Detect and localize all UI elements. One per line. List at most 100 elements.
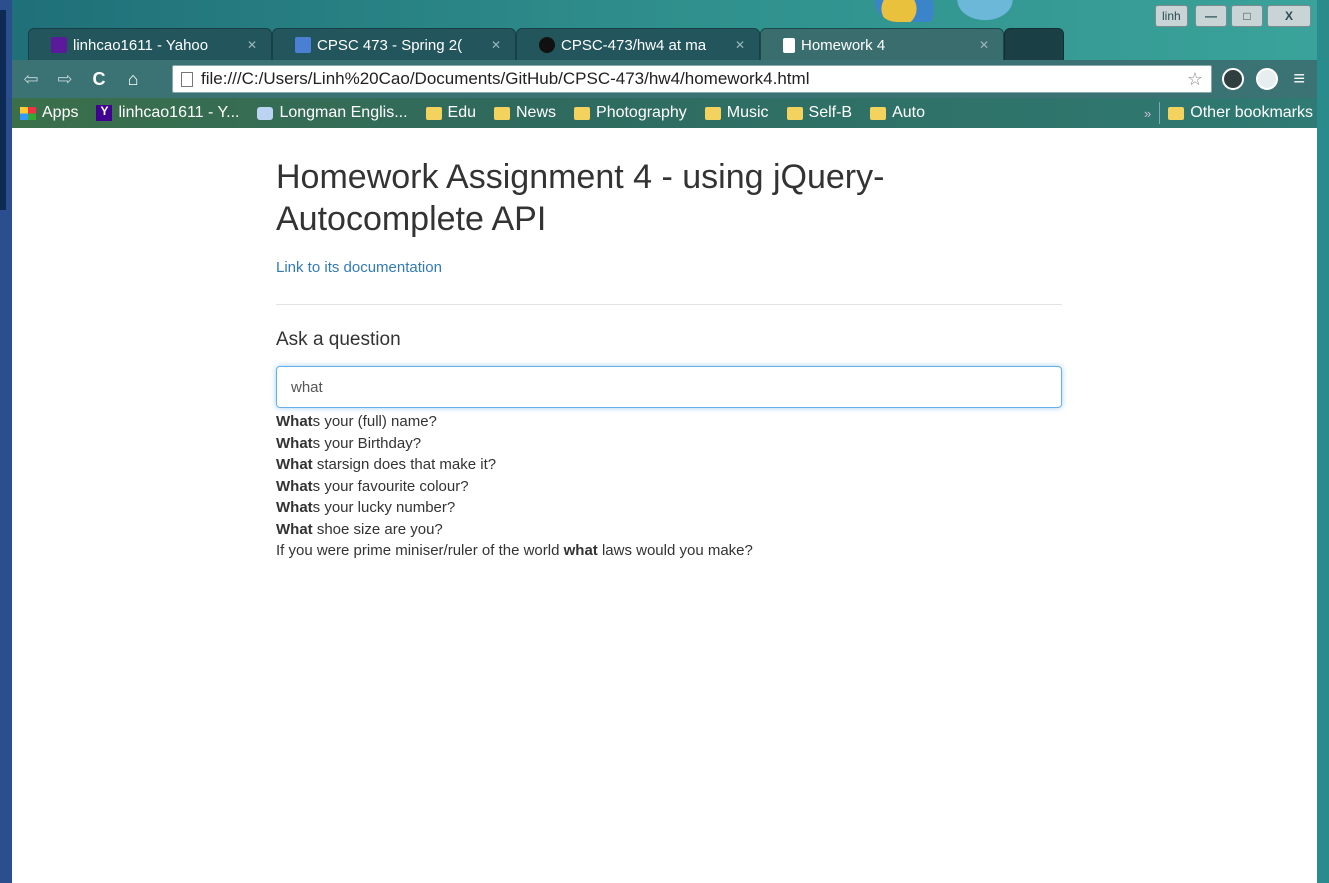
suggestion-item[interactable]: What starsign does that make it? [276,454,1062,476]
tab-label: CPSC 473 - Spring 2( [317,36,463,54]
bookmark-label: Auto [892,104,926,121]
yahoo-icon: Y [96,105,113,121]
bookmark-folder-news[interactable]: News [494,104,556,122]
documentation-link[interactable]: Link to its documentation [276,259,1062,276]
bookmarks-overflow-chevron-icon[interactable]: » [1144,106,1151,121]
folder-icon [704,106,721,120]
suggestion-item[interactable]: If you were prime miniser/ruler of the w… [276,540,1062,562]
page-icon [783,37,795,53]
close-tab-icon[interactable]: ✕ [735,38,745,52]
tab-label: Homework 4 [801,36,886,54]
close-tab-icon[interactable]: ✕ [247,38,257,52]
close-window-button[interactable]: X [1267,5,1311,27]
bookmark-longman[interactable]: Longman Englis... [257,104,408,122]
bookmark-folder-music[interactable]: Music [704,104,769,122]
suggestion-rest: shoe size are you? [312,520,443,538]
folder-icon [870,106,887,120]
bookmark-folder-auto[interactable]: Auto [870,104,925,122]
question-input[interactable] [276,366,1062,408]
section-heading: Ask a question [276,329,401,350]
yahoo-mail-icon [51,37,67,53]
page-viewport: Homework Assignment 4 - using jQuery-Aut… [12,128,1317,883]
minimize-icon: — [1205,9,1217,23]
suggestion-item[interactable]: Whats your lucky number? [276,497,1062,519]
folder-icon [425,106,442,120]
bookmark-apps[interactable]: Apps [20,104,78,122]
tab-homework-4[interactable]: Homework 4 ✕ [760,28,1004,62]
suggestion-match: What [276,499,313,516]
suggestion-match: What [276,434,313,452]
bookmarks-bar: Apps Ylinhcao1611 - Y... Longman Englis.… [12,98,1317,128]
bookmarks-divider [1159,102,1161,124]
bookmark-other[interactable]: Other bookmarks [1168,104,1313,122]
bookmark-star-icon[interactable]: ☆ [1187,69,1203,90]
suggestion-rest: s your favourite colour? [312,477,469,495]
suggestion-rest: s your Birthday? [312,434,422,452]
tab-strip: linhcao1611 - Yahoo ✕ CPSC 473 - Spring … [14,0,1174,62]
suggestion-match: What [276,477,313,495]
left-window-edge [0,0,12,883]
autocomplete-suggestions: Whats your (full) name? Whats your Birthd… [276,411,1062,562]
github-icon [539,37,555,53]
page-info-icon[interactable] [181,71,193,87]
folder-icon [494,106,510,120]
url-text[interactable]: file:///C:/Users/Linh%20Cao/Documents/Gi… [201,69,1187,89]
suggestion-rest: s your lucky number? [312,499,456,516]
suggestion-prefix: If you were prime miniser/ruler of the w… [276,542,564,559]
minimize-button[interactable]: — [1195,5,1227,27]
bookmark-label: News [516,104,557,121]
page-title: Homework Assignment 4 - using jQuery-Aut… [276,158,885,238]
bookmark-label: Self-B [808,104,853,121]
tab-yahoo[interactable]: linhcao1611 - Yahoo ✕ [28,28,272,62]
bookmark-folder-edu[interactable]: Edu [425,104,476,122]
address-bar[interactable]: file:///C:/Users/Linh%20Cao/Documents/Gi… [172,65,1212,93]
back-arrow-icon[interactable]: ⇦ [16,69,46,90]
tab-cpsc-doc[interactable]: CPSC 473 - Spring 2( ✕ [272,28,516,62]
bookmark-label: Apps [42,104,79,121]
suggestion-rest: starsign does that make it? [312,456,497,473]
bookmark-label: Edu [447,104,476,121]
tab-label: linhcao1611 - Yahoo [73,36,209,54]
bookmark-folder-self-b[interactable]: Self-B [786,104,853,122]
tab-label: CPSC-473/hw4 at ma [561,36,707,54]
divider [276,304,1062,305]
folder-icon [574,106,591,120]
bookmark-yahoo[interactable]: Ylinhcao1611 - Y... [96,104,239,122]
suggestion-match: What [276,520,313,538]
suggestion-rest: laws would you make? [597,542,753,559]
reload-icon[interactable]: C [84,69,114,90]
suggestion-rest: s your (full) name? [312,413,437,430]
content-container: Homework Assignment 4 - using jQuery-Aut… [276,128,1062,562]
bookmark-folder-photography[interactable]: Photography [574,104,687,122]
tab-github[interactable]: CPSC-473/hw4 at ma ✕ [516,28,760,62]
longman-icon [257,106,274,120]
google-docs-icon [295,37,311,53]
suggestion-item[interactable]: Whats your Birthday? [276,433,1062,455]
bookmark-label: Other bookmarks [1190,104,1313,121]
close-tab-icon[interactable]: ✕ [491,38,501,52]
suggestion-item[interactable]: Whats your favourite colour? [276,476,1062,498]
home-icon[interactable]: ⌂ [118,69,148,90]
window-controls: — □ X [1195,5,1311,27]
new-tab-button[interactable] [1004,28,1064,62]
extension-icon[interactable] [1222,68,1244,90]
adblock-extension-icon[interactable] [1256,68,1278,90]
suggestion-match: What [276,456,313,473]
suggestion-item[interactable]: What shoe size are you? [276,519,1062,541]
forward-arrow-icon[interactable]: ⇨ [50,69,80,90]
close-icon: X [1284,9,1293,23]
close-tab-icon[interactable]: ✕ [979,38,989,52]
apps-grid-icon [20,106,36,120]
suggestion-match: What [276,413,313,430]
maximize-button[interactable]: □ [1231,5,1263,27]
bookmark-label: linhcao1611 - Y... [118,104,240,121]
profile-button[interactable]: linh [1155,5,1188,27]
right-window-edge [1317,0,1329,883]
browser-toolbar: ⇦ ⇨ C ⌂ file:///C:/Users/Linh%20Cao/Docu… [12,60,1317,98]
suggestion-item[interactable]: Whats your (full) name? [276,411,1062,433]
edge-notch [0,10,6,210]
folder-icon [1168,106,1185,120]
bookmark-label: Photography [596,104,687,121]
folder-icon [786,106,803,120]
chrome-menu-icon[interactable]: ≡ [1293,69,1305,89]
